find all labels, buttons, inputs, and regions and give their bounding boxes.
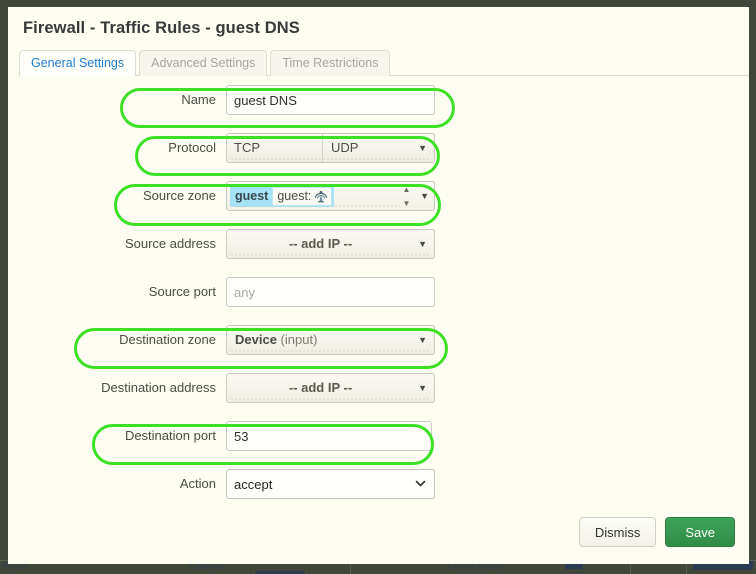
dismiss-button[interactable]: Dismiss bbox=[578, 517, 657, 547]
field-row-destination-zone: Destination zone Device (input) ▼ bbox=[8, 325, 749, 373]
field-row-protocol: Protocol TCP UDP ▼ bbox=[8, 133, 749, 181]
label-source-address: Source address bbox=[124, 236, 216, 251]
tab-advanced-settings[interactable]: Advanced Settings bbox=[139, 50, 268, 76]
tab-bar: General Settings Advanced Settings Time … bbox=[19, 50, 749, 77]
name-input[interactable] bbox=[226, 85, 435, 115]
field-row-source-port: Source port bbox=[8, 277, 749, 325]
destination-zone-device-kind: (input) bbox=[280, 332, 318, 347]
destination-zone-select[interactable]: Device (input) ▼ bbox=[226, 325, 435, 355]
source-zone-spinner[interactable]: ▲ ▼ bbox=[400, 184, 413, 209]
dotted-underline bbox=[230, 157, 431, 160]
destination-port-input[interactable] bbox=[226, 421, 432, 451]
field-row-source-zone: Source zone guest guest: ▲ ▼ ▼ bbox=[8, 181, 749, 229]
label-source-port: Source port bbox=[148, 284, 216, 299]
field-row-source-address: Source address -- add IP -- ▼ bbox=[8, 229, 749, 277]
dialog-footer: Dismiss Save bbox=[578, 517, 735, 547]
dotted-underline bbox=[230, 397, 431, 400]
label-destination-address: Destination address bbox=[101, 380, 216, 395]
label-destination-port: Destination port bbox=[124, 428, 216, 443]
spinner-up-icon[interactable]: ▲ bbox=[400, 184, 413, 195]
field-row-action: Action acceptdropreject bbox=[8, 469, 749, 517]
action-select[interactable]: acceptdropreject bbox=[226, 469, 435, 499]
dotted-underline bbox=[230, 349, 431, 352]
spinner-down-icon[interactable]: ▼ bbox=[400, 198, 413, 209]
field-row-destination-address: Destination address -- add IP -- ▼ bbox=[8, 373, 749, 421]
tab-time-restrictions[interactable]: Time Restrictions bbox=[270, 50, 391, 76]
rule-form: Name Protocol TCP UDP ▼ Source zone bbox=[8, 85, 749, 517]
firewall-traffic-rule-dialog: Firewall - Traffic Rules - guest DNS Gen… bbox=[8, 7, 749, 564]
source-zone-network-label: guest: bbox=[277, 189, 312, 203]
label-protocol: Protocol bbox=[168, 140, 216, 155]
source-address-select[interactable]: -- add IP -- ▼ bbox=[226, 229, 435, 259]
label-name: Name bbox=[181, 92, 216, 107]
field-row-destination-port: Destination port bbox=[8, 421, 749, 469]
save-button[interactable]: Save bbox=[665, 517, 735, 547]
label-destination-zone: Destination zone bbox=[119, 332, 216, 347]
destination-address-select[interactable]: -- add IP -- ▼ bbox=[226, 373, 435, 403]
label-action: Action bbox=[179, 476, 216, 491]
protocol-select[interactable]: TCP UDP ▼ bbox=[226, 133, 435, 163]
source-port-input[interactable] bbox=[226, 277, 435, 307]
tab-general-settings[interactable]: General Settings bbox=[19, 50, 137, 77]
source-zone-token-label: guest bbox=[235, 189, 269, 203]
page-title: Firewall - Traffic Rules - guest DNS bbox=[23, 19, 300, 37]
chevron-down-icon[interactable]: ▼ bbox=[420, 182, 429, 210]
wifi-icon bbox=[315, 190, 328, 202]
dotted-underline bbox=[230, 253, 431, 256]
destination-zone-device-name: Device bbox=[235, 332, 277, 347]
source-zone-network-chip[interactable]: guest: bbox=[272, 186, 333, 206]
field-row-name: Name bbox=[8, 85, 749, 133]
source-zone-select[interactable]: guest guest: ▲ ▼ ▼ bbox=[226, 181, 435, 211]
label-source-zone: Source zone bbox=[143, 188, 216, 203]
dotted-underline bbox=[230, 204, 400, 207]
